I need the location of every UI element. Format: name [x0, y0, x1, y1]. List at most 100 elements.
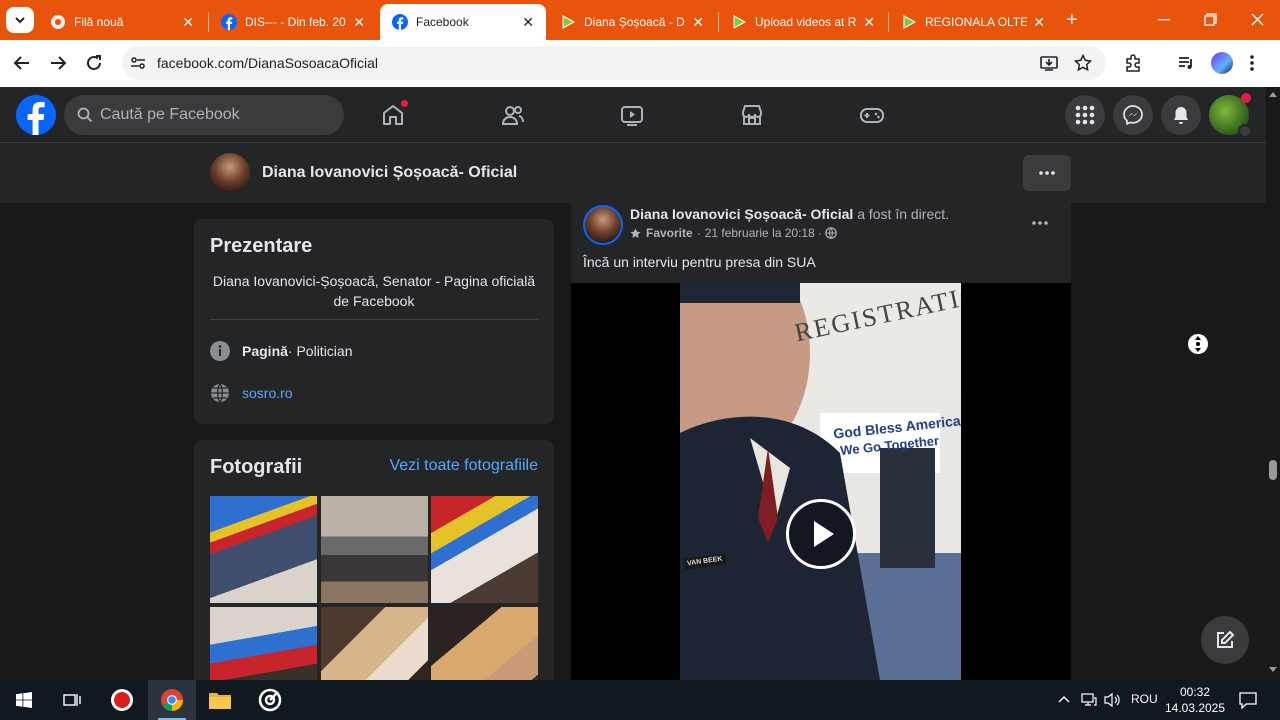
post-card: Diana Iovanovici Șoșoacă- Oficial a fost… [571, 203, 1071, 680]
reload-icon[interactable] [85, 54, 103, 72]
network-icon[interactable] [1081, 692, 1097, 708]
scroll-up-arrow-icon[interactable] [1269, 92, 1277, 97]
taskbar-file-explorer[interactable] [196, 680, 244, 720]
browser-toolbar: facebook.com/DianaSosoacaOficial [0, 40, 1280, 87]
notification-center-icon[interactable] [1239, 691, 1257, 709]
photo-thumbnail[interactable] [321, 496, 428, 603]
taskbar-chrome[interactable] [148, 680, 196, 720]
post-author-avatar[interactable] [583, 205, 623, 245]
taskbar-recorder[interactable] [98, 680, 146, 720]
back-arrow-icon[interactable] [13, 54, 31, 72]
photo-thumbnail[interactable] [431, 496, 538, 603]
tab-new-tab[interactable]: Filă nouă ✕ [38, 4, 206, 40]
play-button[interactable] [786, 499, 856, 569]
new-message-button[interactable] [1201, 616, 1249, 664]
facebook-icon [392, 14, 408, 30]
info-icon [210, 341, 230, 361]
facebook-icon [221, 14, 237, 30]
extensions-icon[interactable] [1124, 54, 1142, 72]
facebook-logo[interactable] [16, 95, 56, 135]
messenger-icon [1123, 105, 1143, 125]
video-icon[interactable] [620, 103, 644, 127]
post-date[interactable]: 21 februarie la 20:18 [705, 226, 815, 240]
close-icon[interactable]: ✕ [1033, 14, 1045, 30]
notifications-button[interactable] [1161, 95, 1201, 135]
photos-title: Fotografii [210, 456, 303, 478]
meta-separator: · [696, 226, 701, 240]
tab-facebook[interactable]: Facebook ✕ [380, 4, 546, 40]
close-icon[interactable]: ✕ [692, 14, 704, 30]
install-app-icon[interactable] [1040, 54, 1058, 72]
meta-separator: · [817, 226, 822, 240]
intro-title: Prezentare [210, 235, 313, 257]
forward-arrow-icon[interactable] [49, 54, 67, 72]
video-player[interactable]: REGISTRATION God Bless America We Go Tog… [571, 283, 1071, 680]
bookmark-star-icon[interactable] [1074, 54, 1092, 72]
target-app-icon [258, 688, 282, 712]
page-title[interactable]: Diana Iovanovici Șoșoacă- Oficial [262, 164, 517, 182]
facebook-search[interactable]: Caută pe Facebook [64, 95, 344, 135]
chrome-icon [51, 15, 65, 29]
compose-icon [1217, 630, 1235, 648]
clock-time: 00:32 [1179, 685, 1211, 699]
close-icon[interactable]: ✕ [522, 14, 534, 30]
close-icon[interactable]: ✕ [182, 14, 194, 30]
globe-icon [211, 383, 229, 403]
home-notification-dot [400, 99, 409, 108]
page-more-button[interactable] [1023, 155, 1071, 191]
menu-button[interactable] [1065, 95, 1105, 135]
chevron-down-icon[interactable] [1238, 124, 1252, 138]
folder-icon [209, 693, 231, 709]
tab-title: Facebook [416, 15, 469, 29]
more-horizontal-icon[interactable] [1032, 221, 1048, 225]
tab-title: Diana Șoșoacă - D [584, 15, 685, 29]
start-button[interactable] [0, 680, 48, 720]
tab-title: Filă nouă [74, 15, 124, 29]
minimize-icon[interactable] [1158, 19, 1170, 21]
photo-thumbnail[interactable] [210, 496, 317, 603]
address-bar[interactable]: facebook.com/DianaSosoacaOficial [122, 46, 1106, 80]
close-window-icon[interactable] [1251, 13, 1264, 26]
record-icon [111, 689, 133, 711]
input-language[interactable]: ROU [1131, 692, 1158, 706]
see-all-photos-link[interactable]: Vezi toate fotografiile [389, 457, 538, 475]
website-link[interactable]: sosro.ro [242, 385, 293, 401]
browser-profile-avatar[interactable] [1211, 52, 1233, 74]
system-clock[interactable]: 00:32 14.03.2025 [1160, 684, 1230, 716]
facebook-f-icon [27, 101, 45, 135]
page-category-label: Pagină [242, 343, 288, 359]
scrollbar-thumb[interactable] [1269, 460, 1277, 480]
tab-dis[interactable]: DIS--- - Din feb. 20 ✕ [209, 4, 377, 40]
tab-diana-rumble[interactable]: Diana Șoșoacă - D ✕ [548, 4, 716, 40]
close-icon[interactable]: ✕ [353, 14, 365, 30]
friends-icon[interactable] [501, 103, 525, 127]
chevron-up-icon[interactable] [1058, 695, 1070, 703]
tab-regionala[interactable]: REGIONALA OLTEN ✕ [889, 4, 1057, 40]
task-view-button[interactable] [48, 680, 96, 720]
search-icon [77, 107, 93, 123]
post-header: Diana Iovanovici Șoșoacă- Oficial a fost… [630, 206, 949, 222]
tab-upload-videos[interactable]: Upload videos at R ✕ [719, 4, 887, 40]
chrome-icon [161, 689, 183, 711]
post-author-name[interactable]: Diana Iovanovici Șoșoacă- Oficial [630, 206, 853, 222]
post-meta: Favorite · 21 februarie la 20:18 · [630, 226, 837, 240]
marketplace-icon[interactable] [740, 103, 764, 127]
gaming-icon[interactable] [859, 103, 885, 127]
new-tab-button[interactable]: + [1066, 10, 1078, 30]
close-icon[interactable]: ✕ [863, 14, 875, 30]
page-category-value: · Politician [287, 343, 353, 359]
page-scrollbar[interactable] [1266, 87, 1280, 680]
messenger-button[interactable] [1113, 95, 1153, 135]
windows-taskbar: ROU 00:32 14.03.2025 [0, 680, 1280, 720]
scroll-down-arrow-icon[interactable] [1269, 667, 1277, 672]
media-control-icon[interactable] [1177, 54, 1195, 72]
taskbar-app[interactable] [246, 680, 294, 720]
restore-icon[interactable] [1204, 13, 1217, 26]
page-avatar[interactable] [210, 153, 250, 193]
account-avatar[interactable] [1209, 93, 1252, 138]
tab-search-button[interactable] [6, 7, 34, 33]
facebook-header: Caută pe Facebook [0, 87, 1266, 143]
volume-icon[interactable] [1104, 692, 1122, 708]
chrome-menu-icon[interactable] [1250, 54, 1254, 72]
site-settings-icon[interactable] [130, 55, 146, 71]
